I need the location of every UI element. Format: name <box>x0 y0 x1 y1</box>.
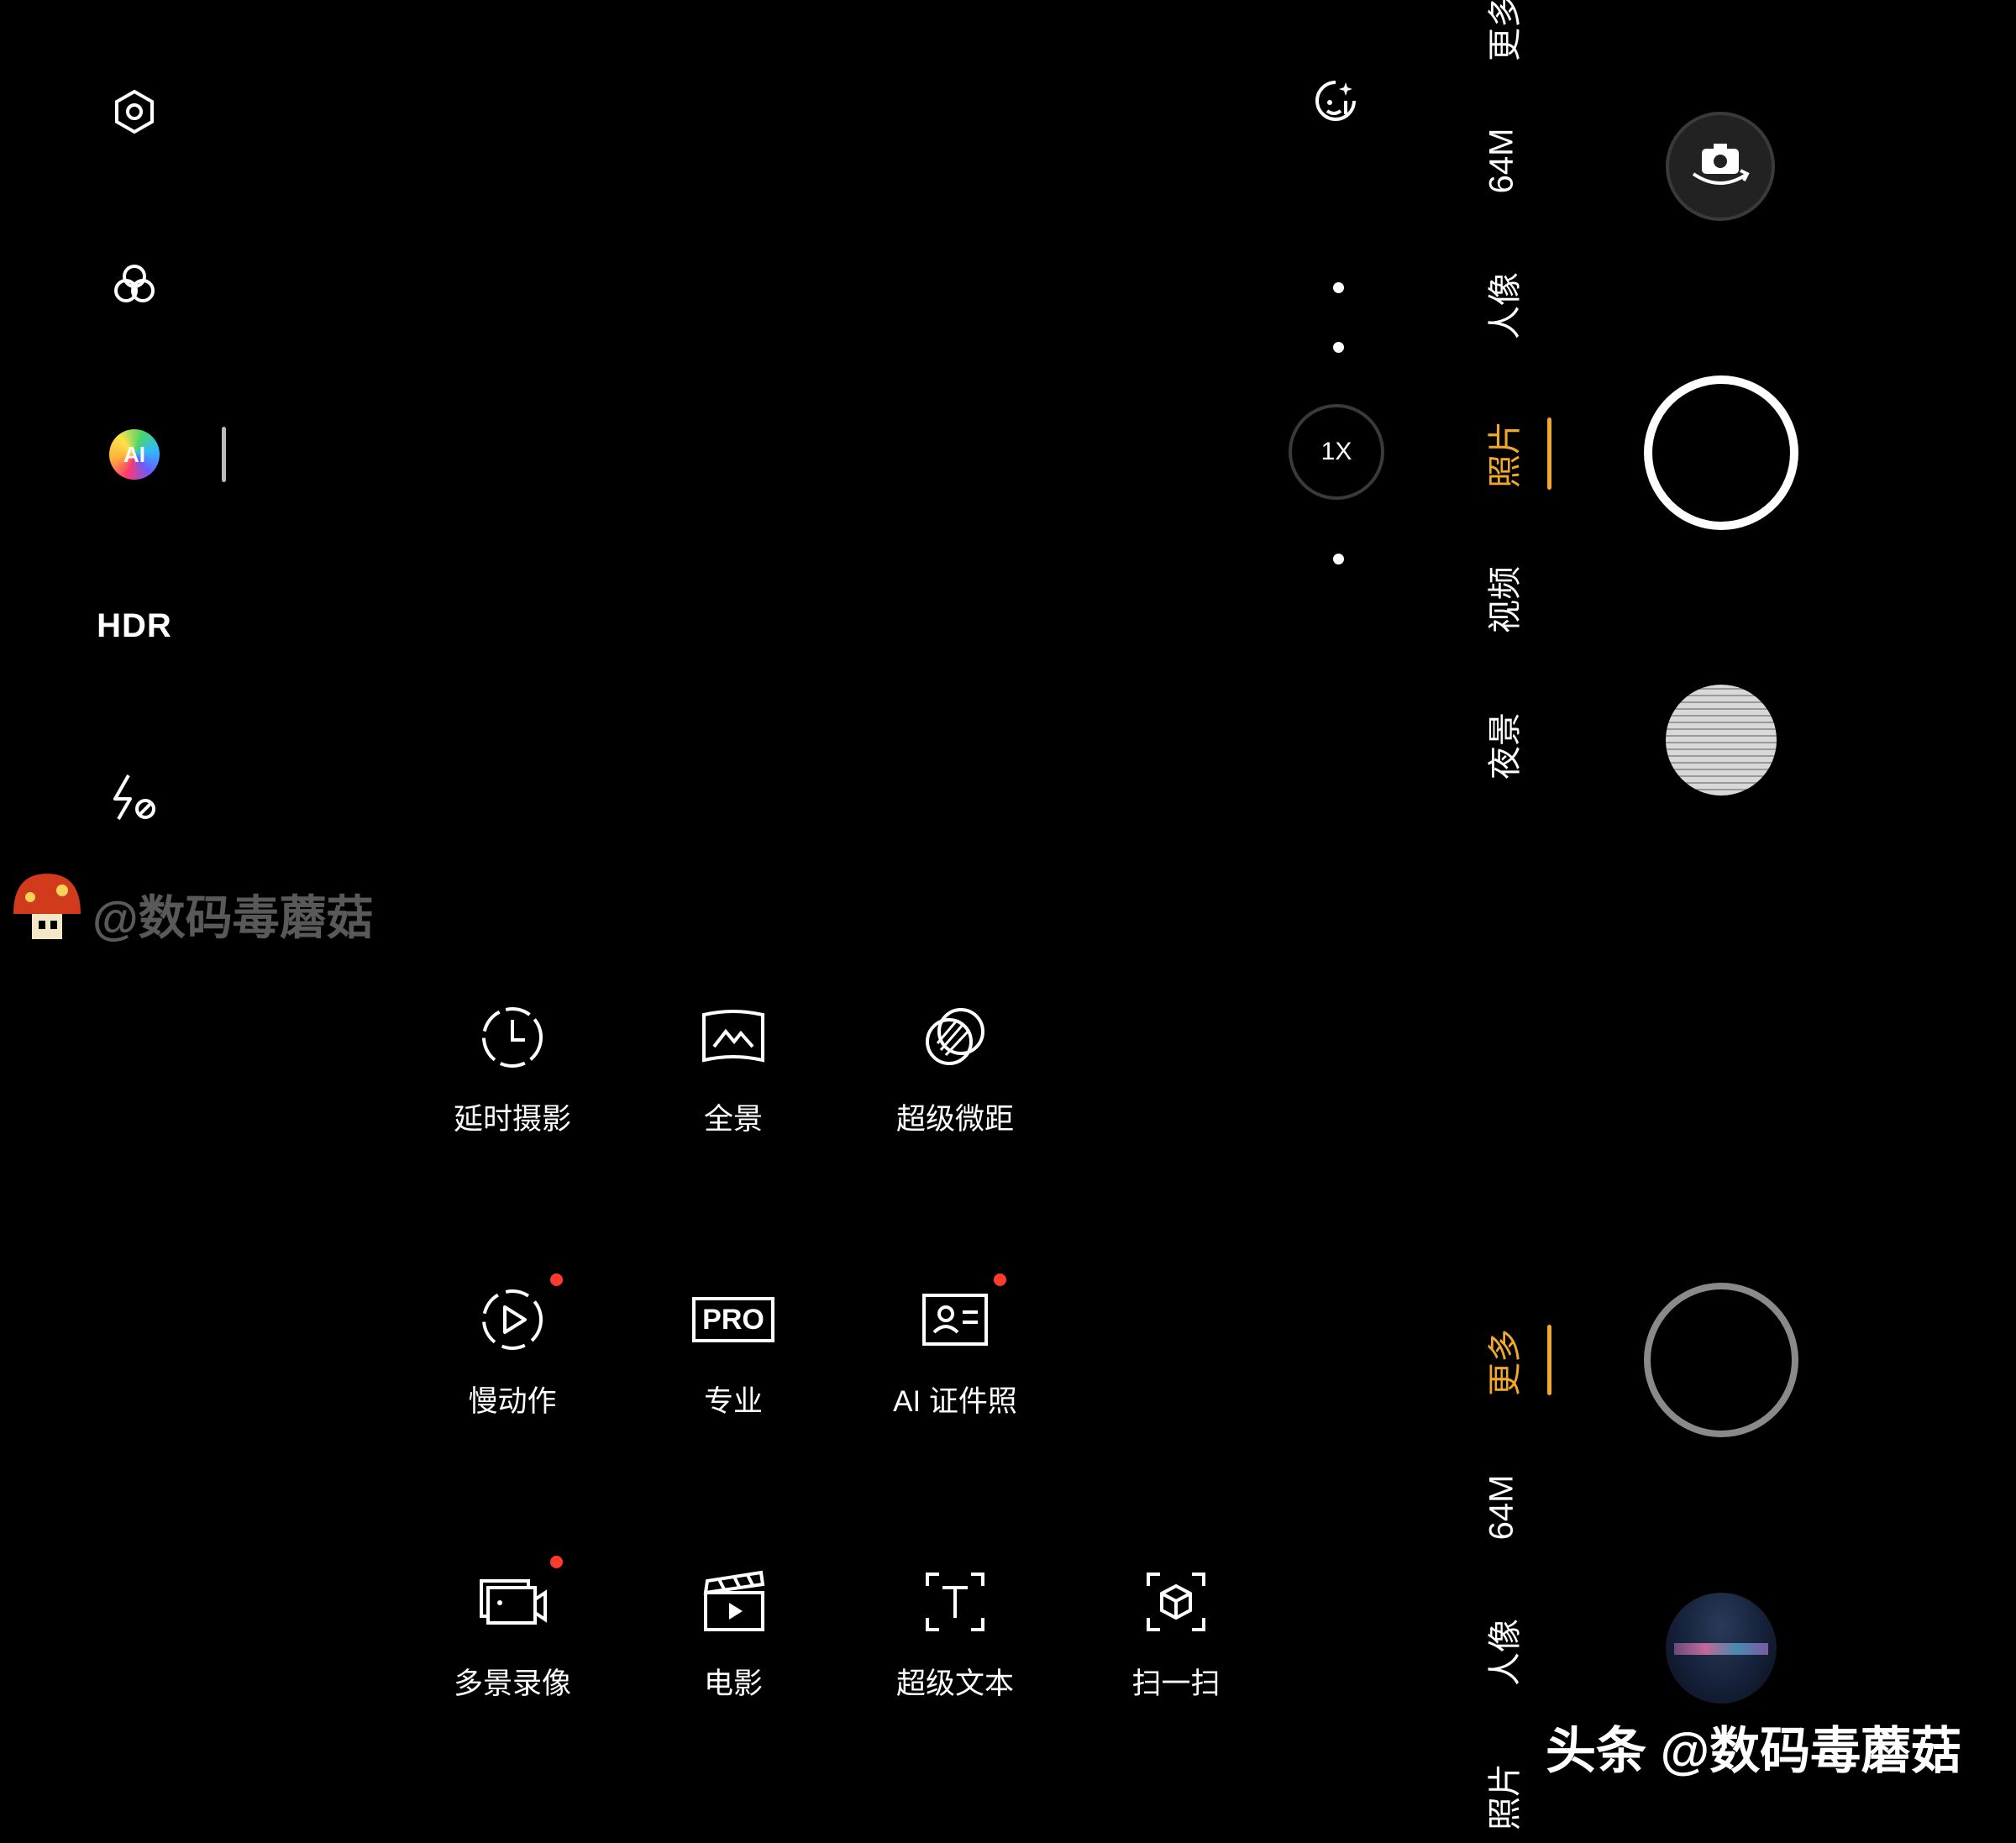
mode-slow-motion[interactable]: 慢动作 <box>428 1282 596 1450</box>
mode-label: 64M <box>1483 1474 1520 1540</box>
active-mode-indicator <box>1547 1325 1551 1395</box>
panorama-icon <box>702 1010 764 1063</box>
mode-scan[interactable]: 扫一扫 <box>1092 1564 1260 1732</box>
hdr-label: HDR <box>97 606 172 644</box>
gallery-thumbnail[interactable] <box>1666 685 1777 795</box>
filter-icon[interactable] <box>92 242 176 326</box>
super-text-icon <box>926 1573 984 1631</box>
mode-label: 专业 <box>703 1385 763 1418</box>
watermark-top: @数码毒蘑菇 <box>92 891 374 944</box>
mode-label: 慢动作 <box>468 1385 557 1418</box>
mode-label: 照片 <box>1487 421 1524 488</box>
zoom-dot[interactable] <box>1333 554 1344 564</box>
mode-movie[interactable]: 电影 <box>649 1564 817 1732</box>
mode-label: 照片 <box>1487 1763 1524 1830</box>
gallery-thumbnail[interactable] <box>1666 1593 1777 1704</box>
mode-night[interactable]: 夜景 <box>1462 700 1542 792</box>
mode-label: 更多 <box>1487 0 1524 61</box>
new-badge <box>994 1273 1006 1286</box>
mode-label: 人像 <box>1487 1619 1524 1686</box>
settings-icon[interactable] <box>92 70 176 154</box>
ai-scene-button[interactable]: AI <box>92 412 176 496</box>
mode-label: 人像 <box>1487 272 1524 339</box>
face-beauty-icon[interactable] <box>1312 77 1359 124</box>
mode-label: AI 证件照 <box>893 1385 1017 1418</box>
scan-icon <box>1147 1573 1205 1631</box>
watermark-bottom: 头条 @数码毒蘑菇 <box>1546 1723 1962 1779</box>
mode-label: 超级微距 <box>895 1103 1014 1136</box>
thumbnail-lights <box>1674 1643 1768 1655</box>
mode-super-macro[interactable]: 超级微距 <box>871 1000 1039 1168</box>
pro-icon-text: PRO <box>702 1304 764 1336</box>
mode-timelapse[interactable]: 延时摄影 <box>428 1000 596 1168</box>
zoom-button[interactable]: 1X <box>1289 404 1384 500</box>
mode-pro[interactable]: PRO 专业 <box>649 1282 817 1450</box>
flash-off-icon[interactable] <box>92 756 176 840</box>
mode-label: 扫一扫 <box>1131 1667 1221 1700</box>
switch-camera-button[interactable] <box>1666 112 1775 221</box>
pro-icon: PRO <box>692 1297 774 1342</box>
watermark-logo <box>7 865 87 946</box>
switch-camera-icon <box>1692 144 1750 185</box>
shutter-button-disabled[interactable] <box>1644 1283 1798 1437</box>
hdr-button[interactable]: HDR <box>92 584 176 668</box>
mode-label: 64M <box>1483 128 1520 193</box>
zoom-dot[interactable] <box>1333 342 1344 353</box>
mode-video[interactable]: 视频 <box>1462 554 1542 646</box>
active-mode-indicator <box>1547 417 1551 490</box>
mode-label: 全景 <box>703 1103 763 1136</box>
mode-photo[interactable]: 照片 <box>1462 408 1542 501</box>
mode-multi-scene-video[interactable]: 多景录像 <box>428 1564 596 1732</box>
mode-photo-bottom[interactable]: 照片 <box>1462 1751 1542 1843</box>
mode-panorama[interactable]: 全景 <box>649 1000 817 1168</box>
mode-ai-id-photo[interactable]: AI 证件照 <box>871 1282 1039 1450</box>
id-photo-icon <box>922 1294 988 1346</box>
mode-label: 夜景 <box>1487 712 1524 780</box>
shutter-button[interactable] <box>1644 375 1798 530</box>
macro-icon <box>926 1008 984 1065</box>
new-badge <box>550 1273 563 1286</box>
mode-label: 视频 <box>1487 566 1524 633</box>
new-badge <box>550 1556 563 1568</box>
zoom-dot[interactable] <box>1333 282 1344 293</box>
ai-divider <box>222 427 226 482</box>
zoom-label: 1X <box>1320 438 1352 465</box>
movie-clapper-icon <box>703 1570 765 1631</box>
mode-portrait-bottom[interactable]: 人像 <box>1462 1606 1542 1699</box>
timelapse-icon <box>482 1007 543 1068</box>
multi-scene-video-icon <box>480 1579 547 1625</box>
mode-label: 延时摄影 <box>453 1103 571 1136</box>
mode-label: 更多 <box>1487 1329 1524 1396</box>
mode-more[interactable]: 更多 <box>1462 1316 1542 1409</box>
slow-motion-icon <box>482 1289 543 1350</box>
mode-64m[interactable]: 64M <box>1462 114 1542 207</box>
mode-super-text[interactable]: 超级文本 <box>871 1564 1039 1732</box>
mode-label: 多景录像 <box>453 1667 571 1700</box>
mode-more-top[interactable]: 更多 <box>1462 0 1542 74</box>
mode-label: 电影 <box>703 1667 763 1700</box>
ai-label: AI <box>109 429 160 480</box>
mode-portrait[interactable]: 人像 <box>1462 260 1542 352</box>
mode-label: 超级文本 <box>895 1667 1014 1700</box>
mode-64m-bottom[interactable]: 64M <box>1462 1461 1542 1553</box>
